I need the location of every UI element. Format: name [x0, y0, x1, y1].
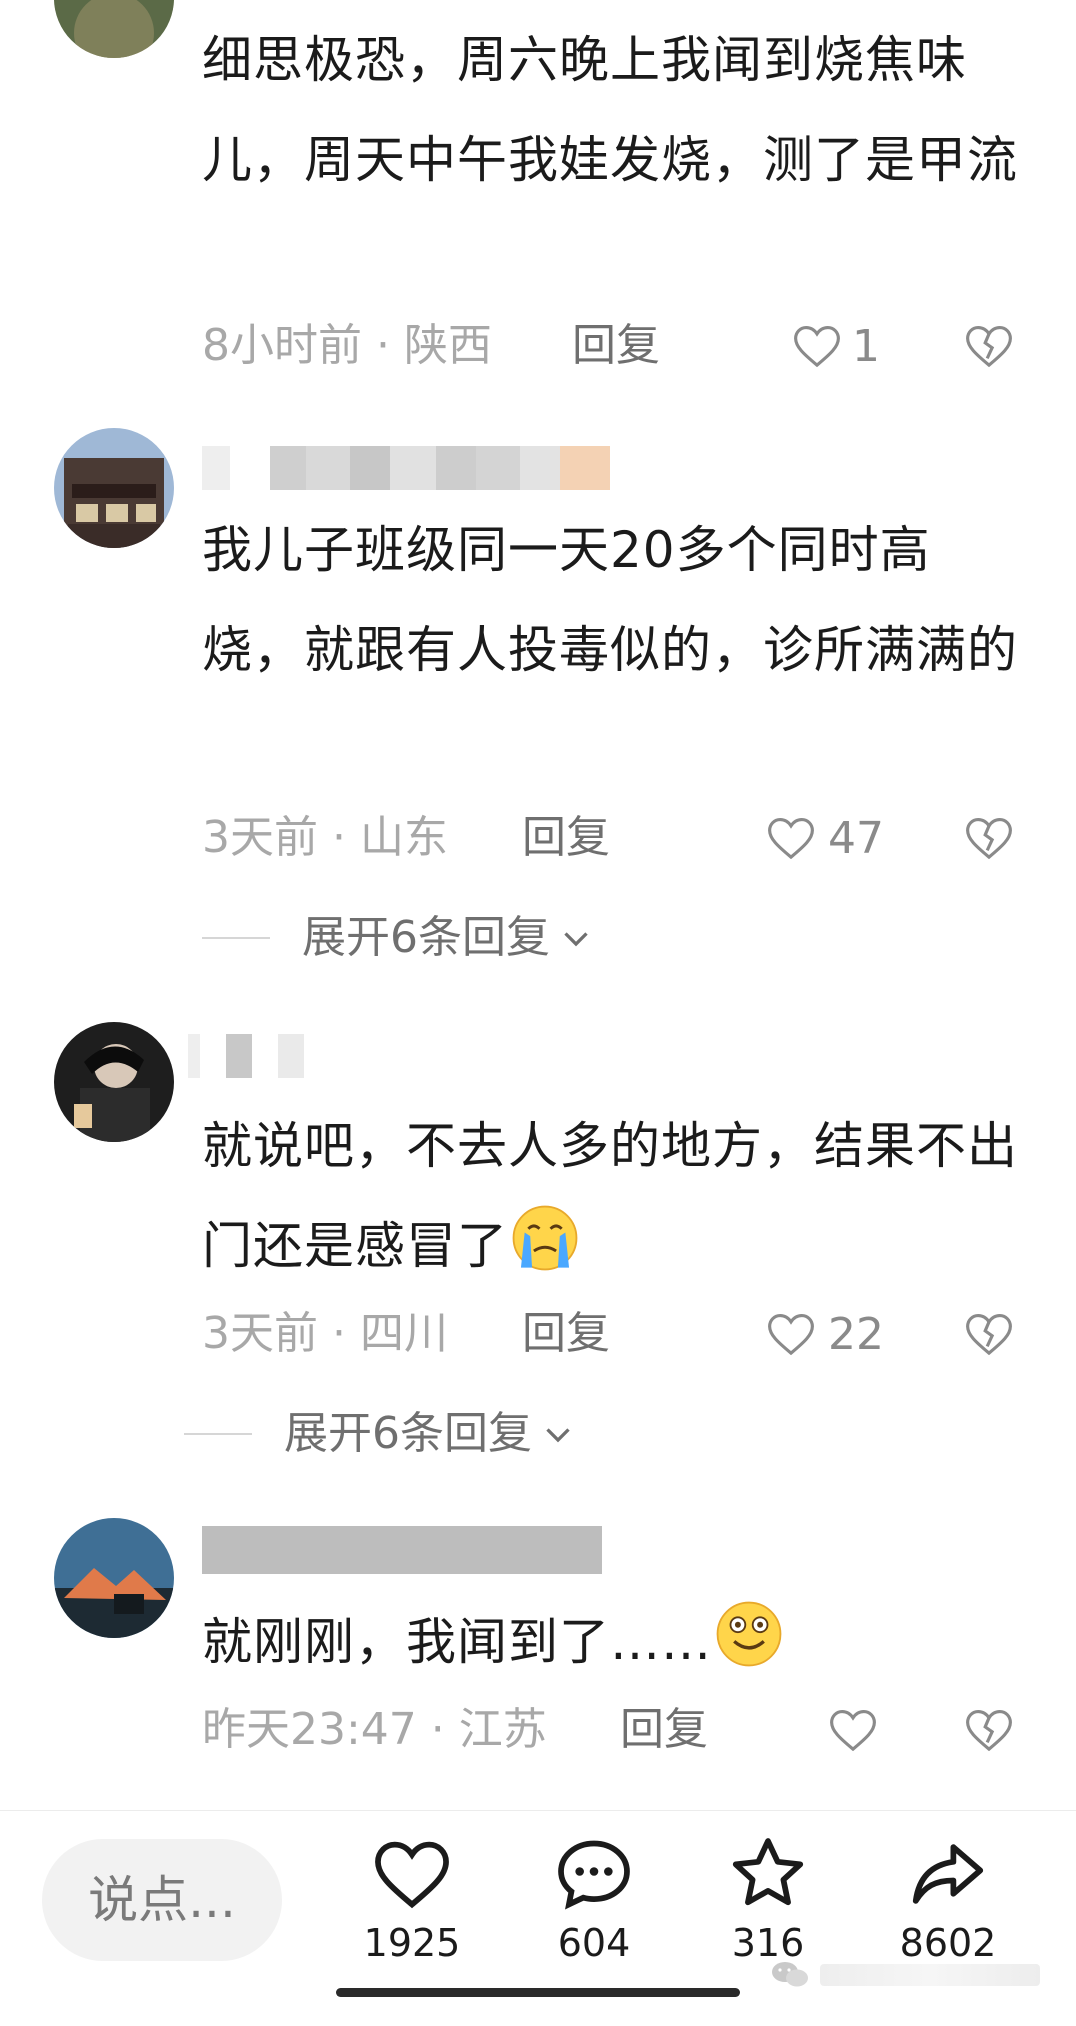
reply-button[interactable]: 回复 — [522, 1304, 610, 1364]
comment-text: 我儿子班级同一天20多个同时高烧，就跟有人投毒似的，诊所满满的 — [202, 521, 1018, 679]
broken-heart-icon[interactable] — [962, 811, 1016, 865]
comment-text: 就刚刚，我闻到了…… — [202, 1592, 1032, 1692]
blurred-username — [188, 1034, 304, 1078]
expand-replies-button[interactable]: 展开6条回复 — [184, 1404, 576, 1464]
share-arrow-icon — [912, 1844, 984, 1904]
divider — [184, 1433, 252, 1435]
comment-text-content: 就说吧，不去人多的地方，结果不出门还是感冒了 — [202, 1117, 1018, 1275]
watermark — [770, 1955, 1040, 1995]
chevron-down-icon — [564, 932, 588, 947]
user-avatar[interactable] — [54, 1022, 174, 1142]
heart-outline-icon — [830, 1709, 876, 1752]
watermark-blur — [820, 1964, 1040, 1986]
divider — [202, 937, 270, 939]
like-button[interactable]: 1 — [790, 316, 880, 376]
heart-outline-icon — [768, 817, 814, 860]
expand-replies-button[interactable]: 展开6条回复 — [202, 908, 594, 968]
heart-outline-icon — [768, 1313, 814, 1356]
comment-text: 就说吧，不去人多的地方，结果不出门还是感冒了 — [202, 1096, 1022, 1296]
wechat-icon — [772, 1962, 808, 1987]
comment-count: 604 — [557, 1921, 631, 1965]
comment-time-location: 3天前 · 四川 — [202, 1308, 448, 1359]
broken-heart-icon[interactable] — [962, 1307, 1016, 1361]
chevron-down-icon — [546, 1428, 570, 1443]
reply-button[interactable]: 回复 — [522, 808, 610, 868]
user-avatar[interactable] — [54, 0, 174, 58]
user-avatar[interactable] — [54, 428, 174, 548]
comment-input[interactable]: 说点... — [42, 1839, 282, 1961]
like-count: 1 — [852, 320, 880, 372]
expand-replies-label: 展开6条回复 — [284, 1408, 532, 1459]
comment-time-location: 3天前 · 山东 — [202, 812, 448, 863]
expand-replies-label: 展开6条回复 — [302, 912, 550, 963]
speech-bubble-icon — [558, 1840, 630, 1910]
favorite-action-button[interactable]: 316 — [698, 1831, 838, 1965]
comment-time-location: 昨天23:47 · 江苏 — [202, 1704, 547, 1755]
broken-heart-icon[interactable] — [962, 319, 1016, 373]
like-action-button[interactable]: 1925 — [342, 1831, 482, 1965]
like-count: 1925 — [363, 1921, 461, 1965]
like-count: 22 — [828, 1308, 884, 1360]
comment-time-location: 8小时前 · 陕西 — [202, 320, 492, 371]
like-button[interactable]: 47 — [764, 808, 884, 868]
share-action-button[interactable]: 8602 — [878, 1831, 1018, 1965]
home-indicator[interactable] — [336, 1988, 740, 1997]
heart-outline-icon — [794, 325, 840, 368]
like-count: 47 — [828, 812, 884, 864]
crying-emoji-icon — [512, 1205, 578, 1271]
comment-action-button[interactable]: 604 — [524, 1831, 664, 1965]
reply-button[interactable]: 回复 — [572, 316, 660, 376]
smile-emoji-icon — [716, 1601, 782, 1667]
heart-outline-icon — [375, 1841, 449, 1909]
blurred-username — [202, 1526, 602, 1574]
comment-text: 细思极恐，周六晚上我闻到烧焦味儿，周天中午我娃发烧，测了是甲流 — [202, 31, 1018, 189]
star-outline-icon — [732, 1838, 804, 1906]
user-avatar[interactable] — [54, 1518, 174, 1638]
like-button[interactable]: 22 — [764, 1304, 884, 1364]
broken-heart-icon[interactable] — [962, 1703, 1016, 1757]
comment-text-content: 就刚刚，我闻到了…… — [202, 1613, 712, 1671]
reply-button[interactable]: 回复 — [620, 1700, 708, 1760]
blurred-username — [202, 446, 610, 490]
like-button[interactable] — [826, 1700, 880, 1760]
